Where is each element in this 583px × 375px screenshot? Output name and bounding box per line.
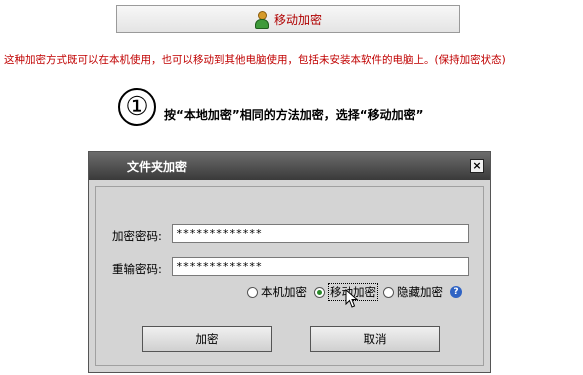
- option-hidden-label: 隐藏加密: [397, 285, 443, 299]
- description-text: 这种加密方式既可以在本机使用，也可以移动到其他电脑使用，包括未安装本软件的电脑上…: [4, 54, 506, 66]
- mobile-encrypt-mode-button[interactable]: 移动加密: [116, 5, 460, 33]
- close-button[interactable]: ×: [470, 159, 484, 173]
- cancel-button[interactable]: 取消: [310, 326, 440, 352]
- help-icon[interactable]: ?: [450, 286, 462, 298]
- mode-button-label: 移动加密: [273, 12, 322, 27]
- option-hidden[interactable]: 隐藏加密: [383, 284, 443, 300]
- user-icon: [254, 11, 269, 29]
- password-label: 加密密码:: [112, 229, 162, 243]
- mouse-cursor-icon: [345, 289, 359, 308]
- encrypt-button[interactable]: 加密: [142, 326, 272, 352]
- confirm-password-field[interactable]: *************: [172, 257, 469, 276]
- step-number: ①: [118, 88, 156, 126]
- radio-mobile[interactable]: [314, 286, 325, 298]
- radio-local[interactable]: [247, 286, 258, 298]
- radio-hidden[interactable]: [383, 286, 394, 298]
- dialog-title-bar[interactable]: 文件夹加密 ×: [89, 152, 490, 180]
- password-field[interactable]: *************: [172, 224, 469, 243]
- confirm-password-label: 重输密码:: [112, 262, 162, 276]
- step-instruction: 按“本地加密”相同的方法加密，选择“移动加密”: [164, 108, 424, 122]
- option-local[interactable]: 本机加密: [247, 284, 307, 300]
- dialog-title: 文件夹加密: [127, 160, 188, 174]
- option-local-label: 本机加密: [261, 285, 307, 299]
